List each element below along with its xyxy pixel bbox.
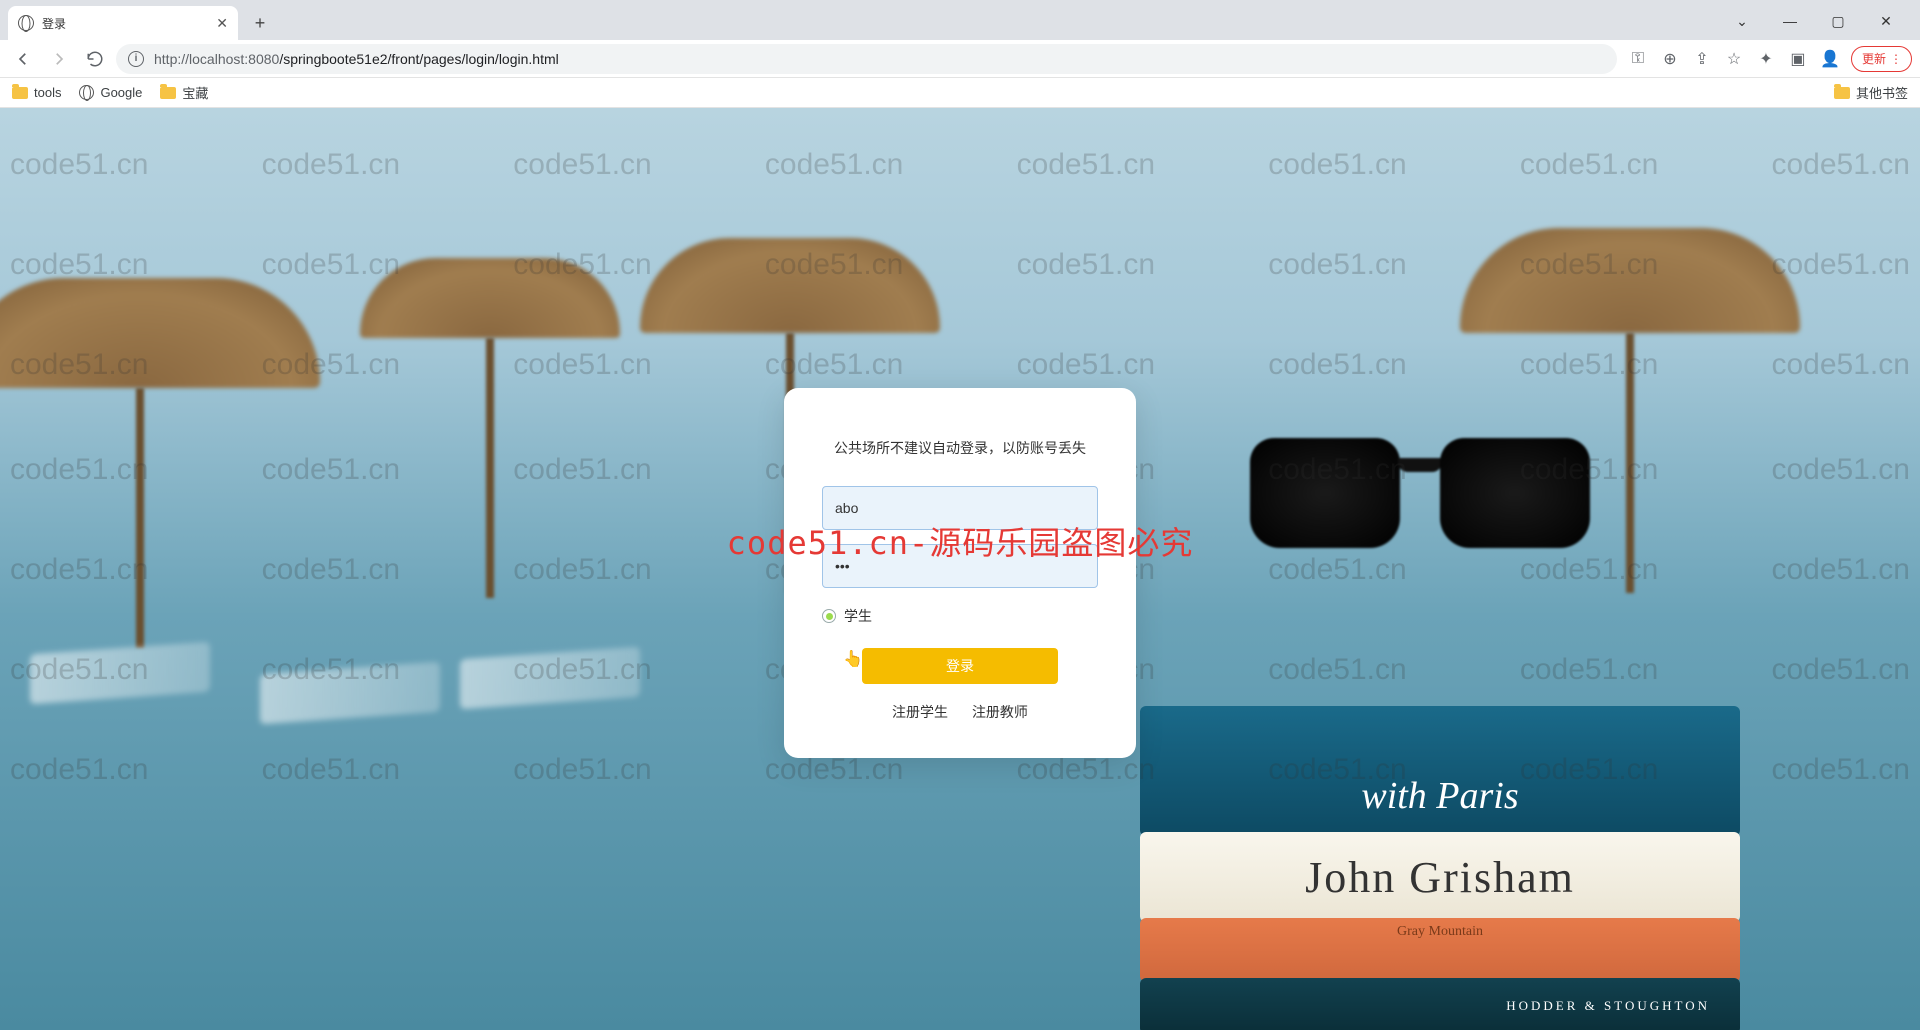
- browser-chrome: 登录 ✕ + ⌄ — ▢ ✕ i http://localhost:8080/s…: [0, 0, 1920, 108]
- page-content: with Paris John Grisham Gray Mountain HO…: [0, 108, 1920, 1030]
- tab-close-icon[interactable]: ✕: [216, 15, 228, 32]
- tab-bar: 登录 ✕ + ⌄ — ▢ ✕: [0, 0, 1920, 40]
- bookmark-treasure[interactable]: 宝藏: [160, 83, 208, 102]
- globe-icon: [79, 85, 94, 100]
- role-radio[interactable]: 学生: [822, 606, 1098, 626]
- globe-icon: [18, 15, 34, 31]
- folder-icon: [1834, 87, 1850, 99]
- zoom-icon[interactable]: ⊕: [1655, 44, 1685, 74]
- bookmark-tools[interactable]: tools: [12, 85, 61, 100]
- window-close[interactable]: ✕: [1864, 6, 1908, 36]
- folder-icon: [160, 87, 176, 99]
- nav-back-button[interactable]: [8, 44, 38, 74]
- site-info-icon[interactable]: i: [128, 51, 144, 67]
- watermark-row: code51.cncode51.cncode51.cncode51.cncode…: [0, 148, 1920, 182]
- bg-sunglasses: [1250, 438, 1590, 568]
- bg-lounger: [260, 662, 440, 725]
- address-bar[interactable]: i http://localhost:8080/springboote51e2/…: [116, 44, 1617, 74]
- share-icon[interactable]: ⇪: [1687, 44, 1717, 74]
- role-label: 学生: [844, 606, 872, 626]
- login-card: 公共场所不建议自动登录，以防账号丢失 学生 登录 注册学生 注册教师: [784, 388, 1136, 758]
- bg-lounger: [30, 642, 210, 705]
- radio-icon[interactable]: [822, 609, 836, 623]
- browser-update-button[interactable]: 更新⋮: [1851, 46, 1912, 72]
- toolbar-actions: ⚿ ⊕ ⇪ ☆ ✦ ▣ 👤 更新⋮: [1623, 44, 1912, 74]
- browser-toolbar: i http://localhost:8080/springboote51e2/…: [0, 40, 1920, 78]
- window-maximize[interactable]: ▢: [1816, 6, 1860, 36]
- tab-title: 登录: [42, 15, 66, 32]
- bookmark-star-icon[interactable]: ☆: [1719, 44, 1749, 74]
- nav-forward-button[interactable]: [44, 44, 74, 74]
- bg-lounger: [460, 647, 640, 710]
- login-notice: 公共场所不建议自动登录，以防账号丢失: [822, 438, 1098, 458]
- bg-books: with Paris John Grisham Gray Mountain HO…: [1140, 706, 1740, 1030]
- bookmark-google[interactable]: Google: [79, 85, 142, 100]
- url-text: http://localhost:8080/springboote51e2/fr…: [154, 51, 559, 67]
- profile-icon[interactable]: 👤: [1815, 44, 1845, 74]
- nav-reload-button[interactable]: [80, 44, 110, 74]
- register-student-link[interactable]: 注册学生: [892, 704, 948, 720]
- login-button[interactable]: 登录: [862, 648, 1058, 684]
- register-links: 注册学生 注册教师: [822, 702, 1098, 722]
- other-bookmarks[interactable]: 其他书签: [1834, 83, 1908, 102]
- side-panel-icon[interactable]: ▣: [1783, 44, 1813, 74]
- chevron-down-icon[interactable]: ⌄: [1720, 6, 1764, 36]
- bookmarks-bar: tools Google 宝藏 其他书签: [0, 78, 1920, 108]
- browser-tab[interactable]: 登录 ✕: [8, 6, 238, 40]
- window-minimize[interactable]: —: [1768, 6, 1812, 36]
- bg-umbrella: [0, 278, 320, 648]
- bg-umbrella: [360, 258, 620, 598]
- register-teacher-link[interactable]: 注册教师: [972, 704, 1028, 720]
- watermark-center: code51.cn-源码乐园盗图必究: [727, 518, 1194, 564]
- folder-icon: [12, 87, 28, 99]
- window-controls: ⌄ — ▢ ✕: [1720, 6, 1908, 36]
- key-icon[interactable]: ⚿: [1623, 44, 1653, 74]
- new-tab-button[interactable]: +: [246, 9, 274, 37]
- extensions-icon[interactable]: ✦: [1751, 44, 1781, 74]
